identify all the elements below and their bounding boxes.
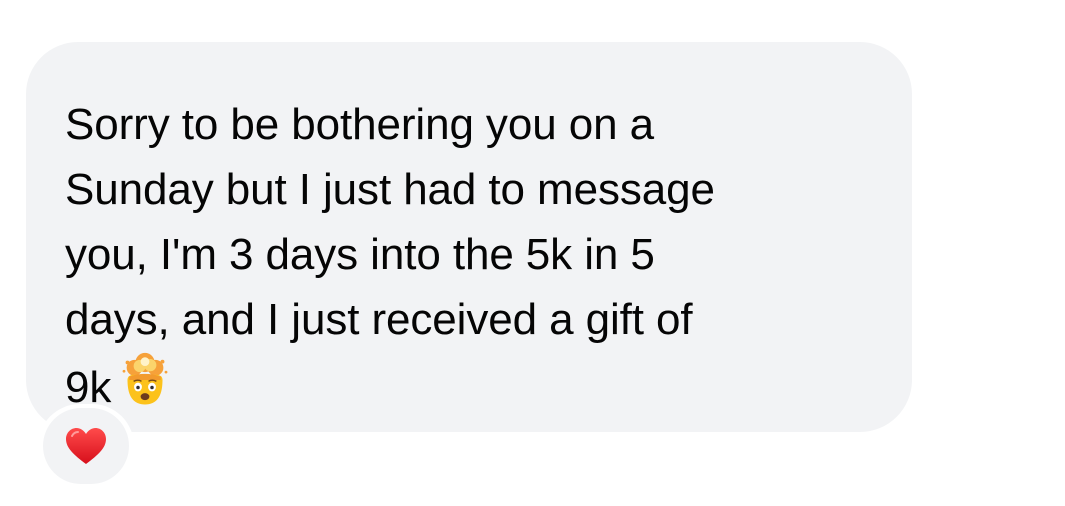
message-line-5-wrapper: 9k — [65, 352, 872, 417]
message-line-2: Sunday but I just had to message — [65, 165, 715, 214]
message-line-3: you, I'm 3 days into the 5k in 5 — [65, 230, 655, 279]
face — [127, 373, 163, 405]
red-heart-icon — [66, 428, 106, 464]
exploding-head-icon — [122, 352, 168, 405]
reaction-pill[interactable] — [43, 408, 129, 484]
message-line-1: Sorry to be bothering you on a — [65, 100, 654, 149]
explosion-cloud — [122, 352, 168, 376]
message-bubble[interactable]: Sorry to be bothering you on a Sunday bu… — [26, 42, 912, 432]
message-view: Sorry to be bothering you on a Sunday bu… — [0, 0, 1065, 506]
reaction-container — [38, 404, 134, 488]
message-line-4: days, and I just received a gift of — [65, 295, 693, 344]
